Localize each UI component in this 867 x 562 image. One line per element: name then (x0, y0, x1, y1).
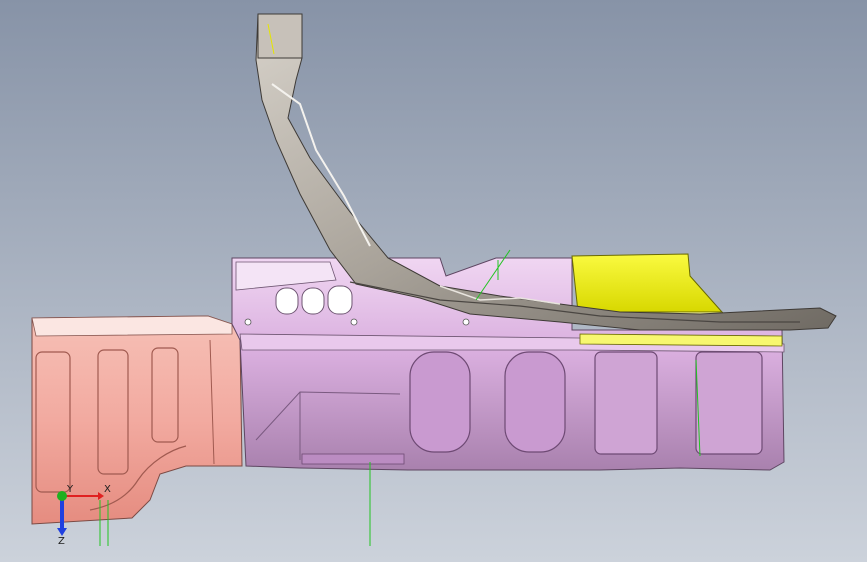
z-axis-arrowhead (57, 528, 67, 536)
triad-y-label: Y (66, 484, 74, 495)
graphics-viewport[interactable]: X Y Z (0, 0, 867, 562)
triad-x-label: X (104, 484, 111, 495)
cad-model-scene[interactable]: X Y Z (0, 0, 867, 562)
triad-z-label: Z (58, 536, 65, 547)
y-axis-dot (57, 491, 67, 501)
